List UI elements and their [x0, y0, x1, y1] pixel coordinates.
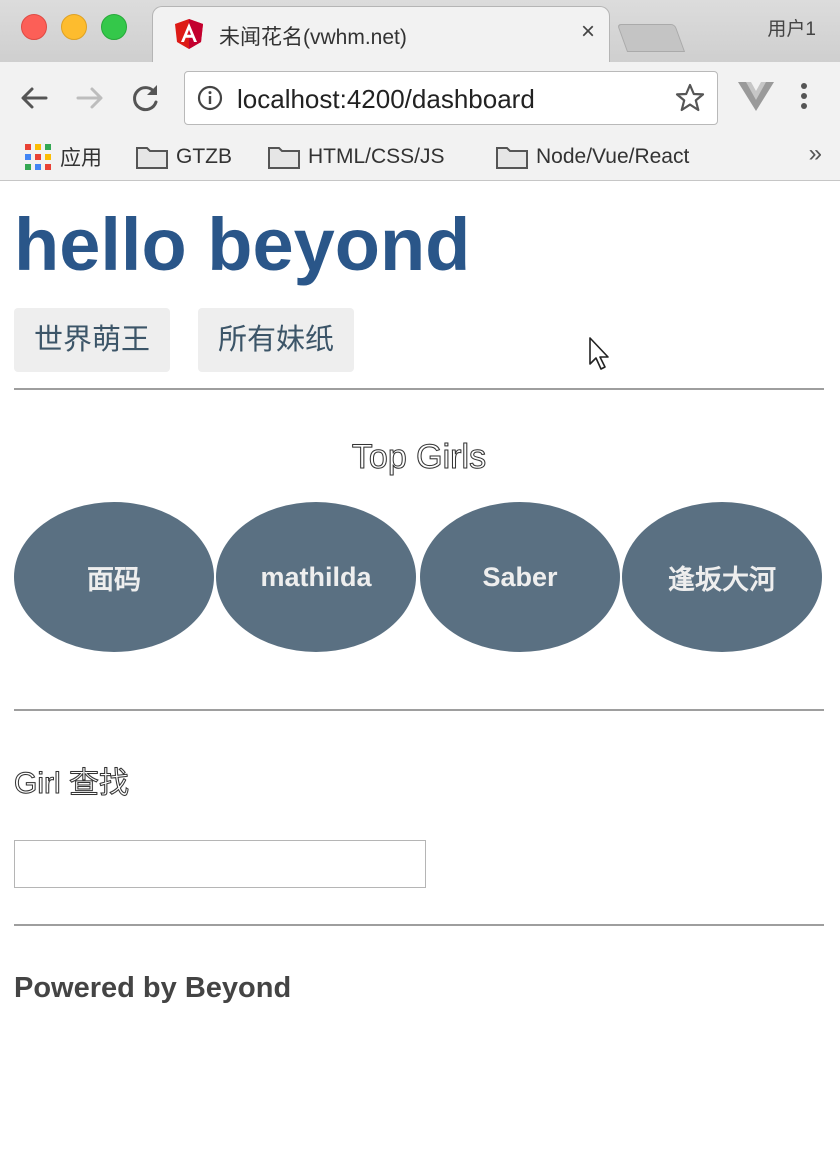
apps-grid-icon	[25, 144, 51, 170]
maximize-window-button[interactable]	[101, 14, 127, 40]
bookmark-folder-html-css-js[interactable]: HTML/CSS/JS	[268, 142, 445, 172]
angular-icon	[175, 19, 203, 49]
reload-icon[interactable]	[128, 80, 164, 116]
mouse-cursor-icon	[589, 337, 609, 370]
info-icon[interactable]	[197, 85, 223, 111]
browser-menu-icon[interactable]	[792, 80, 816, 112]
folder-icon	[268, 147, 300, 169]
divider	[14, 924, 824, 926]
bookmark-star-icon[interactable]	[675, 83, 705, 113]
bookmarks-bar: 应用 GTZB HTML/CSS/JS Node/Vue/React »	[0, 134, 840, 181]
close-window-button[interactable]	[21, 14, 47, 40]
bookmark-apps[interactable]: 应用	[24, 142, 102, 172]
folder-icon	[136, 147, 168, 169]
url-text[interactable]: localhost:4200/dashboard	[237, 84, 535, 115]
new-tab-button[interactable]	[616, 24, 686, 52]
girl-search-label: Girl 查找	[14, 767, 130, 801]
back-arrow-icon[interactable]	[16, 80, 52, 116]
bookmark-label: GTZB	[176, 145, 232, 168]
girl-card[interactable]: mathilda	[216, 502, 416, 652]
close-tab-icon[interactable]: ×	[581, 19, 595, 45]
tab-title: 未闻花名(vwhm.net)	[219, 26, 407, 49]
browser-tabstrip: 未闻花名(vwhm.net) × 用户1	[0, 0, 840, 63]
footer-powered-by: Powered by Beyond	[14, 972, 292, 1004]
bookmark-label: Node/Vue/React	[536, 145, 690, 168]
divider	[14, 388, 824, 390]
top-girls-heading: Top Girls	[351, 438, 487, 477]
folder-icon	[496, 147, 528, 169]
bookmarks-overflow-chevron-icon[interactable]: »	[809, 140, 822, 168]
vue-devtools-icon[interactable]	[738, 80, 774, 112]
bookmark-folder-gtzb[interactable]: GTZB	[136, 142, 232, 172]
page-title: hello beyond	[14, 203, 471, 286]
minimize-window-button[interactable]	[61, 14, 87, 40]
nav-button-world-moe-king[interactable]: 世界萌王	[14, 308, 171, 372]
bookmark-label: HTML/CSS/JS	[308, 145, 445, 168]
address-bar[interactable]: localhost:4200/dashboard	[184, 71, 718, 125]
nav-button-all-girls[interactable]: 所有妹纸	[198, 308, 355, 372]
divider	[14, 709, 824, 711]
browser-tab-active[interactable]: 未闻花名(vwhm.net) ×	[152, 6, 610, 63]
profile-label[interactable]: 用户1	[767, 14, 816, 41]
girl-card[interactable]: 逢坂大河	[622, 502, 822, 652]
girl-card[interactable]: 面码	[14, 502, 214, 652]
girl-search-input[interactable]	[14, 840, 426, 888]
browser-toolbar: localhost:4200/dashboard	[0, 62, 840, 134]
bookmark-label: 应用	[60, 147, 102, 170]
girl-card[interactable]: Saber	[420, 502, 620, 652]
forward-arrow-icon[interactable]	[72, 80, 108, 116]
bookmark-folder-node-vue-react[interactable]: Node/Vue/React	[496, 142, 726, 172]
